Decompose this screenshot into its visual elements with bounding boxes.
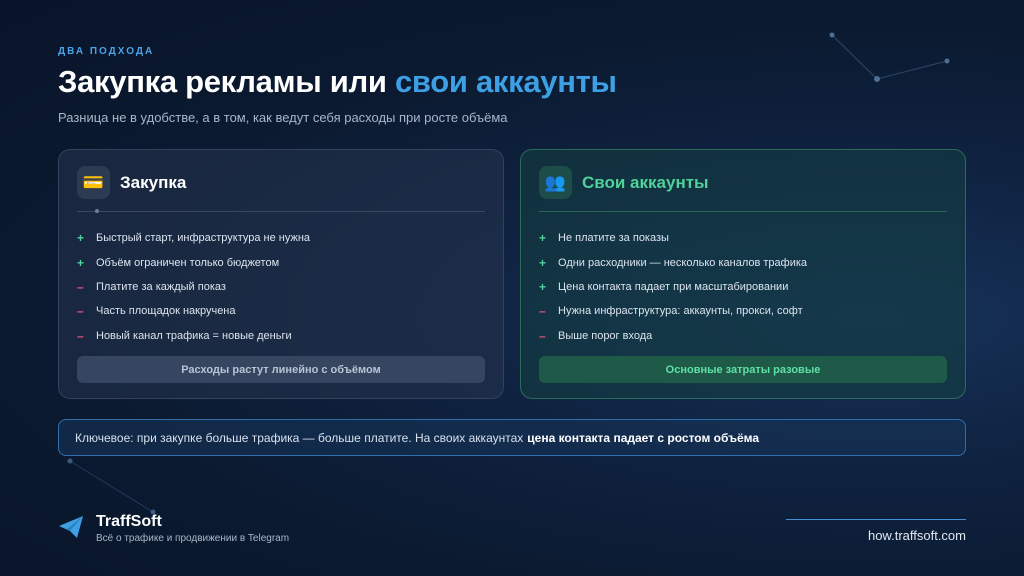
list-item-text: Быстрый старт, инфраструктура не нужна — [96, 232, 311, 245]
card-title: Закупка — [120, 172, 187, 192]
minus-icon: – — [539, 304, 546, 319]
list-item: – Выше порог входа — [539, 324, 807, 348]
page-title: Закупка рекламы или свои аккаунты — [58, 64, 617, 100]
url-divider — [786, 519, 966, 520]
plus-icon: + — [77, 255, 85, 270]
list-item-text: Одни расходники — несколько каналов траф… — [558, 256, 808, 269]
eyebrow-label: ДВА ПОДХОДА — [58, 46, 155, 57]
credit-card-icon: 💳 — [77, 166, 110, 199]
brand-block: TraffSoft Всё о трафике и продвижении в … — [58, 513, 289, 544]
list-item: + Не платите за показы — [539, 226, 807, 250]
list-item: + Быстрый старт, инфраструктура не нужна — [77, 226, 310, 250]
telegram-plane-icon — [59, 516, 83, 538]
minus-icon: – — [77, 304, 84, 319]
list-item-text: Объём ограничен только бюджетом — [96, 256, 280, 269]
card-header: 👥 Свои аккаунты — [539, 166, 709, 199]
card-header: 💳 Закупка — [77, 166, 186, 199]
list-item: – Часть площадок накручена — [77, 299, 310, 323]
list-item: – Платите за каждый показ — [77, 275, 310, 299]
list-item: + Объём ограничен только бюджетом — [77, 250, 310, 274]
site-url-link[interactable]: how.traffsoft.com — [868, 528, 966, 543]
plus-icon: + — [77, 231, 85, 246]
list-item-text: Цена контакта падает при масштабировании — [558, 280, 789, 293]
list-item-text: Нужна инфраструктура: аккаунты, прокси, … — [558, 305, 803, 318]
key-text: Ключевое: при закупке больше трафика — б… — [75, 430, 524, 445]
card-own-accounts: 👥 Свои аккаунты + Не платите за показы + О… — [520, 149, 966, 399]
pros-cons-list: + Не платите за показы + Одни расходники —… — [539, 226, 807, 348]
minus-icon: – — [77, 328, 84, 343]
list-item: – Новый канал трафика = новые деньги — [77, 324, 310, 348]
card-summary-badge: Основные затраты разовые — [539, 356, 947, 383]
divider-dot — [95, 209, 99, 213]
title-accent: свои аккаунты — [394, 64, 617, 99]
plus-icon: + — [539, 231, 547, 246]
list-item: + Одни расходники — несколько каналов тра… — [539, 250, 807, 274]
list-item-text: Часть площадок накручена — [96, 305, 236, 318]
key-takeaway-banner: Ключевое: при закупке больше трафика — б… — [58, 419, 966, 456]
minus-icon: – — [539, 328, 546, 343]
brand-tagline: Всё о трафике и продвижении в Telegram — [96, 533, 290, 544]
pros-cons-list: + Быстрый старт, инфраструктура не нужна … — [77, 226, 310, 348]
users-icon: 👥 — [539, 166, 572, 199]
card-summary-badge: Расходы растут линейно с объёмом — [77, 356, 485, 383]
title-main: Закупка рекламы или — [58, 64, 387, 99]
minus-icon: – — [77, 279, 84, 294]
list-item: + Цена контакта падает при масштабировани… — [539, 275, 807, 299]
list-item-text: Платите за каждый показ — [96, 280, 226, 293]
list-item: – Нужна инфраструктура: аккаунты, прокси,… — [539, 299, 807, 323]
card-title: Свои аккаунты — [582, 172, 709, 192]
brand-name: TraffSoft — [96, 513, 162, 530]
page-subtitle: Разница не в удобстве, а в том, как веду… — [58, 110, 508, 125]
list-item-text: Выше порог входа — [558, 329, 653, 342]
plus-icon: + — [539, 255, 547, 270]
list-item-text: Новый канал трафика = новые деньги — [96, 329, 292, 342]
plus-icon: + — [539, 279, 547, 294]
key-highlight: цена контакта падает с ростом объёма — [527, 430, 760, 445]
card-divider — [77, 209, 485, 213]
list-item-text: Не платите за показы — [558, 232, 669, 245]
card-divider — [539, 211, 947, 212]
card-purchase: 💳 Закупка + Быстрый старт, инфраструктура… — [58, 149, 504, 399]
